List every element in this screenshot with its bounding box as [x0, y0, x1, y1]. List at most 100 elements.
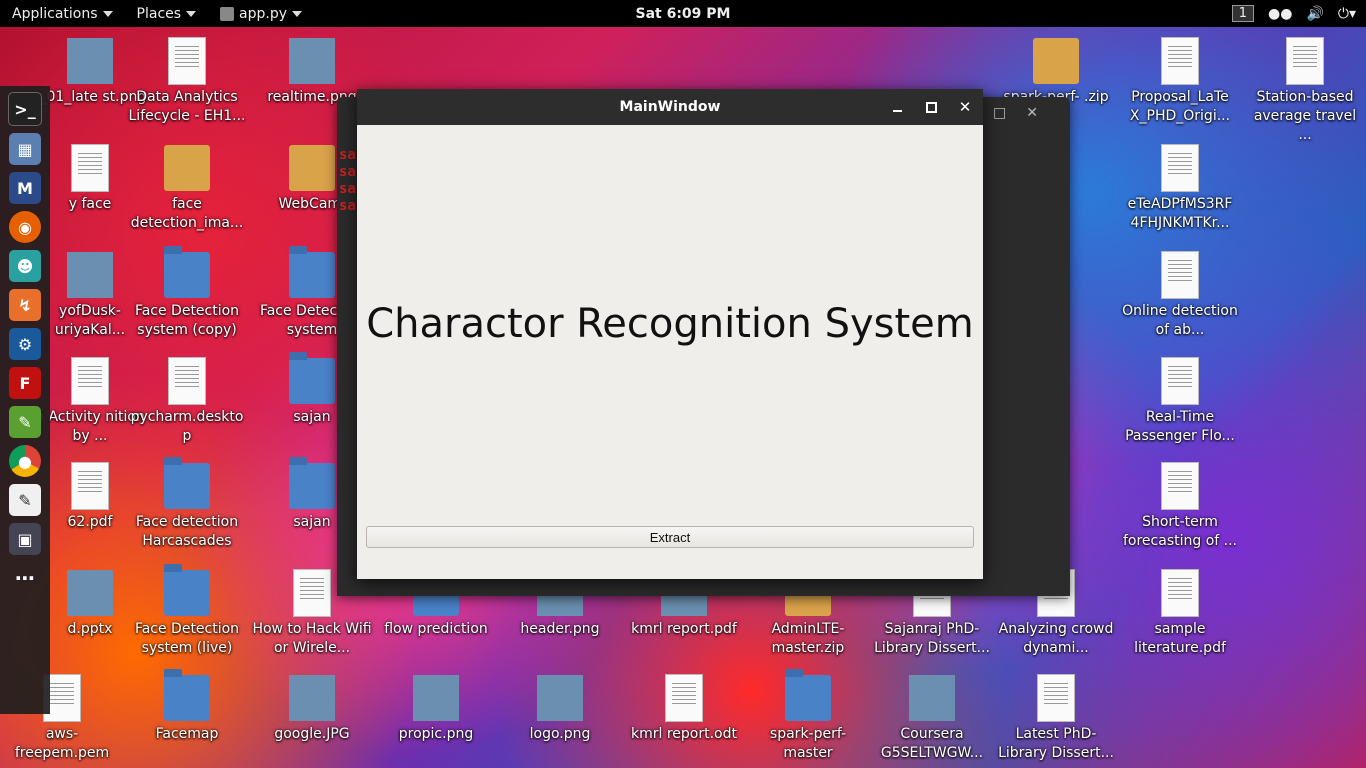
- desktop-icon[interactable]: propic.png: [376, 675, 496, 744]
- document-icon: [1162, 252, 1198, 298]
- places-label: Places: [136, 5, 182, 22]
- applications-menu[interactable]: Applications: [0, 0, 125, 27]
- show-apps-icon[interactable]: ⋯: [9, 562, 41, 594]
- desktop-icon-label: Online detection of ab...: [1122, 303, 1238, 338]
- desktop-icon[interactable]: Real-Time Passenger Flo...: [1120, 358, 1240, 446]
- desktop-icon-label: Data Analytics Lifecycle - EH1...: [128, 89, 246, 124]
- desktop-icon-label: logo.png: [529, 726, 591, 742]
- terminal-line: sa: [339, 147, 356, 163]
- maximize-icon: [925, 101, 937, 113]
- dock: >_ ▦ M ◉ ☻ ↯ ⚙ F ✎ ● ✎ ▣ ⋯: [0, 86, 50, 714]
- desktop-icon[interactable]: Proposal_LaTe X_PHD_Origi...: [1120, 38, 1240, 126]
- text-editor-icon[interactable]: ✎: [9, 484, 41, 516]
- image-icon: [289, 38, 335, 84]
- main-window: MainWindow ✕ Charactor Recognition Syste…: [357, 89, 983, 579]
- desktop-icon[interactable]: spark-perf- master: [748, 669, 868, 763]
- desktop-icon-label: Latest PhD- Library Dissert...: [998, 726, 1114, 761]
- faraday-icon[interactable]: F: [9, 367, 41, 399]
- desktop-icon-label: google.JPG: [274, 726, 350, 742]
- close-icon: ✕: [958, 98, 972, 116]
- app-menu[interactable]: app.py: [208, 0, 314, 27]
- desktop-icon-label: spark-perf- master: [769, 726, 847, 761]
- window-titlebar[interactable]: MainWindow ✕: [357, 89, 983, 125]
- close-button[interactable]: ✕: [948, 89, 982, 125]
- document-icon: [1162, 358, 1198, 404]
- desktop-icon-label: How to Hack Wifi or Wirele...: [252, 621, 372, 656]
- top-panel: Applications Places app.py Sat 6:09 PM 1…: [0, 0, 1366, 27]
- desktop-icon[interactable]: Latest PhD- Library Dissert...: [996, 675, 1116, 763]
- terminal-line: sa: [339, 181, 356, 197]
- file-manager-icon[interactable]: ▦: [9, 133, 41, 165]
- desktop-icon[interactable]: Data Analytics Lifecycle - EH1...: [127, 38, 247, 126]
- leafpad-icon[interactable]: ✎: [9, 406, 41, 438]
- desktop-icon-label: Face Detection system (live): [134, 621, 240, 656]
- burpsuite-icon[interactable]: ↯: [9, 289, 41, 321]
- power-icon[interactable]: ⏻▾: [1338, 6, 1356, 22]
- desktop-icon-label: aws- freepem.pem: [14, 726, 110, 761]
- minimize-icon: [892, 110, 902, 112]
- image-icon: [67, 570, 113, 616]
- camera-icon[interactable]: ●●: [1268, 6, 1292, 22]
- desktop-icon[interactable]: Short-term forecasting of ...: [1120, 463, 1240, 551]
- image-icon: [537, 675, 583, 721]
- desktop-icon-label: kmrl report.odt: [631, 726, 737, 742]
- firefox-icon[interactable]: ◉: [9, 211, 41, 243]
- image-icon: [289, 675, 335, 721]
- folder-icon: [785, 669, 831, 721]
- desktop-icon-label: Proposal_LaTe X_PHD_Origi...: [1129, 89, 1231, 124]
- terminal-icon[interactable]: >_: [8, 92, 42, 126]
- extract-button[interactable]: Extract: [366, 526, 974, 548]
- document-icon: [1287, 38, 1323, 84]
- desktop-icon-label: Coursera G5SELTWGW...: [880, 726, 984, 761]
- screenshot-icon[interactable]: ▣: [9, 523, 41, 555]
- desktop-icon-label: sample literature.pdf: [1134, 621, 1226, 656]
- desktop-icon[interactable]: face detection_ima...: [127, 145, 247, 233]
- desktop-icon[interactable]: google.JPG: [252, 675, 372, 744]
- folder-icon: [164, 669, 210, 721]
- desktop-icon-label: header.png: [520, 621, 600, 637]
- desktop-icon[interactable]: Face Detection system (live): [127, 564, 247, 658]
- maltego-icon[interactable]: ⚙: [9, 328, 41, 360]
- document-icon: [169, 358, 205, 404]
- archive-icon: [289, 145, 335, 191]
- minimize-button[interactable]: [880, 89, 914, 125]
- chevron-down-icon: [102, 10, 113, 17]
- desktop-icon[interactable]: Online detection of ab...: [1120, 252, 1240, 340]
- desktop-icon[interactable]: pycharm.deskto p: [127, 358, 247, 446]
- document-icon: [1162, 145, 1198, 191]
- desktop-icon-label: Face Detection system (copy): [134, 303, 240, 338]
- app-label: app.py: [239, 5, 288, 22]
- desktop-icon[interactable]: Station-based average travel ...: [1245, 38, 1365, 145]
- metasploit-icon[interactable]: M: [9, 172, 41, 204]
- image-icon: [67, 252, 113, 298]
- image-icon: [67, 38, 113, 84]
- archive-icon: [1033, 38, 1079, 84]
- chrome-icon[interactable]: ●: [9, 445, 41, 477]
- desktop-icon-label: propic.png: [398, 726, 474, 742]
- app-icon: [220, 6, 235, 21]
- folder-icon: [289, 246, 335, 298]
- places-menu[interactable]: Places: [125, 0, 209, 27]
- volume-icon[interactable]: 🔊: [1306, 6, 1323, 22]
- desktop-icon-label: face detection_ima...: [130, 196, 244, 231]
- image-icon: [413, 675, 459, 721]
- desktop-icon-label: Short-term forecasting of ...: [1122, 514, 1237, 549]
- desktop-icon[interactable]: kmrl report.odt: [624, 675, 744, 744]
- desktop-icon[interactable]: Facemap: [127, 669, 247, 744]
- desktop-icon[interactable]: Face detection Harcascades: [127, 457, 247, 551]
- desktop-icon[interactable]: eTeADPfMS3RF 4FHJNKMTKr...: [1120, 145, 1240, 233]
- system-tray: 1 ●● 🔊 ⏻▾: [1231, 0, 1356, 27]
- folder-icon: [164, 564, 210, 616]
- armitage-icon[interactable]: ☻: [9, 250, 41, 282]
- document-icon: [1162, 38, 1198, 84]
- workspace-indicator[interactable]: 1: [1231, 5, 1255, 22]
- desktop-icon[interactable]: logo.png: [500, 675, 620, 744]
- document-icon: [294, 570, 330, 616]
- desktop-icon-label: Analyzing crowd dynami...: [998, 621, 1114, 656]
- desktop-icon[interactable]: Face Detection system (copy): [127, 246, 247, 340]
- document-icon: [72, 463, 108, 509]
- desktop-icon[interactable]: Coursera G5SELTWGW...: [872, 675, 992, 763]
- desktop-icon-label: Face detection Harcascades: [135, 514, 239, 549]
- desktop-icon[interactable]: sample literature.pdf: [1120, 570, 1240, 658]
- maximize-button[interactable]: [914, 89, 948, 125]
